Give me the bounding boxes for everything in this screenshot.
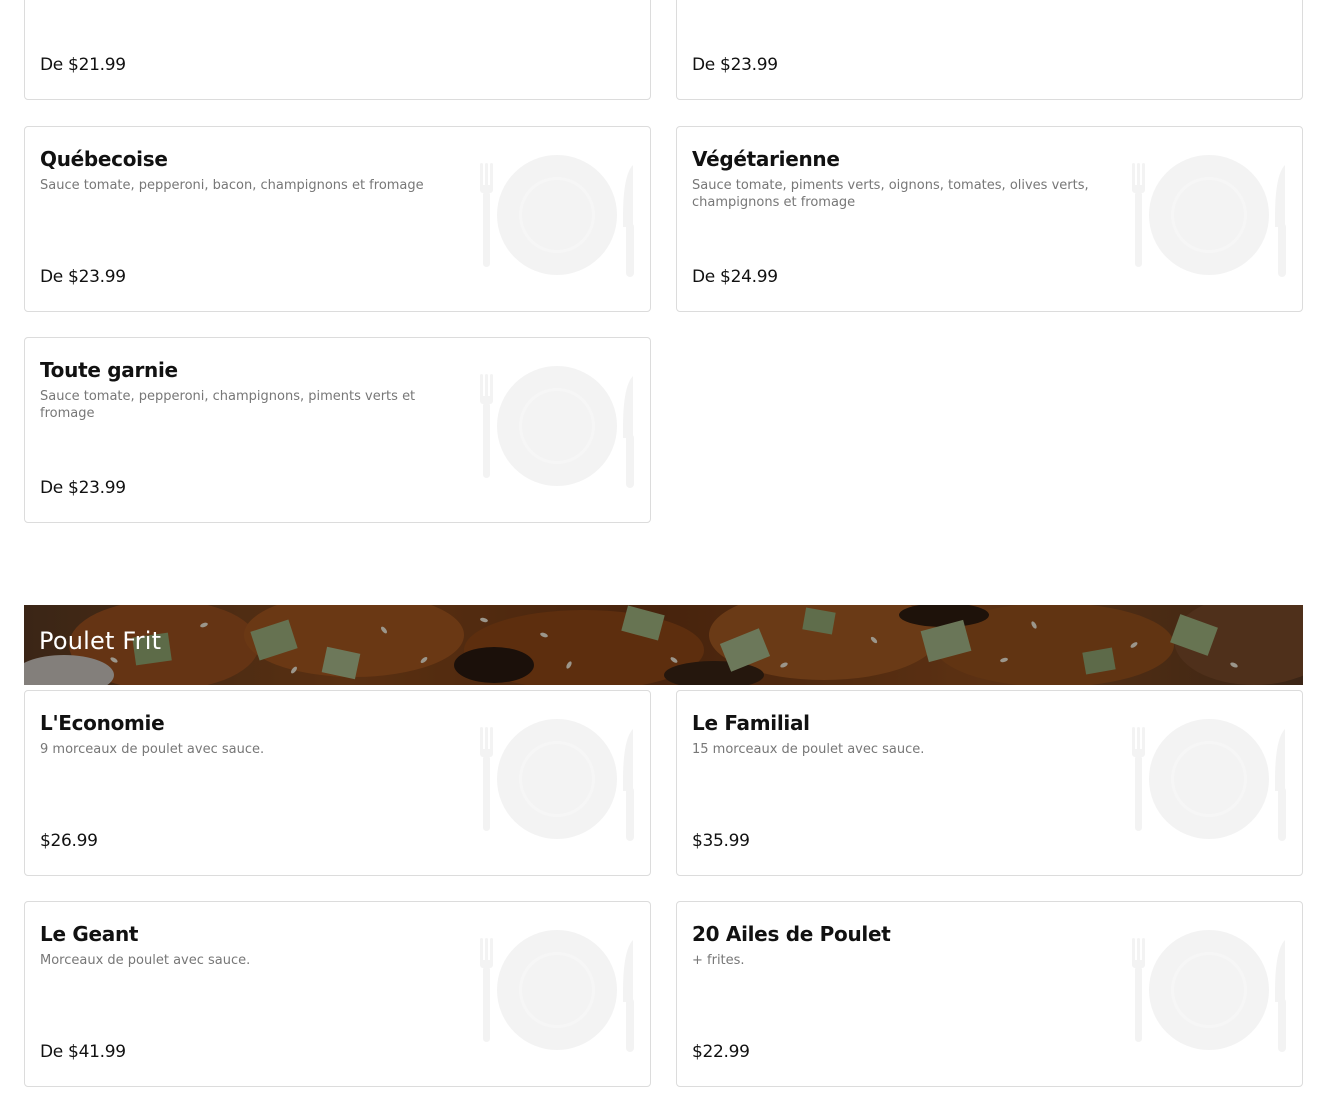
menu-item-card[interactable]: De $21.99 [24,0,651,100]
plate-placeholder-icon [1132,930,1286,1052]
menu-item-card[interactable]: De $23.99 [676,0,1303,100]
menu-item-price: De $23.99 [40,267,126,287]
menu-item-description: Sauce tomate, piments verts, oignons, to… [692,178,1089,210]
menu-item-price: $35.99 [692,831,750,851]
menu-item-description: Sauce tomate, pepperoni, bacon, champign… [40,178,424,193]
menu-item-card[interactable]: Végétarienne Sauce tomate, piments verts… [676,126,1303,312]
plate-placeholder-icon [480,366,634,488]
menu-item-card[interactable]: Le Geant Morceaux de poulet avec sauce. … [24,901,651,1087]
menu-item-card[interactable]: L'Economie 9 morceaux de poulet avec sau… [24,690,651,876]
menu-item-card[interactable]: Le Familial 15 morceaux de poulet avec s… [676,690,1303,876]
plate-placeholder-icon [480,155,634,277]
menu-item-price: De $41.99 [40,1042,126,1062]
menu-item-card[interactable]: Québecoise Sauce tomate, pepperoni, baco… [24,126,651,312]
section-title: Poulet Frit [39,627,162,655]
menu-item-price: De $24.99 [692,267,778,287]
menu-item-description: Morceaux de poulet avec sauce. [40,953,251,968]
fried-chicken-banner-image [24,605,1303,685]
menu-item-name: Québecoise [40,147,168,171]
menu-item-name: Végétarienne [692,147,840,171]
menu-item-name: Toute garnie [40,358,178,382]
menu-item-price: $26.99 [40,831,98,851]
plate-placeholder-icon [1132,155,1286,277]
plate-placeholder-icon [480,719,634,841]
plate-placeholder-icon [480,930,634,1052]
menu-page: De $21.99 De $23.99 Québecoise Sauce tom… [0,0,1330,1107]
menu-item-name: Le Geant [40,922,139,946]
menu-item-card[interactable]: Toute garnie Sauce tomate, pepperoni, ch… [24,337,651,523]
menu-item-name: L'Economie [40,711,165,735]
menu-item-description: Sauce tomate, pepperoni, champignons, pi… [40,389,416,421]
menu-item-card[interactable]: 20 Ailes de Poulet + frites. $22.99 [676,901,1303,1087]
menu-item-name: 20 Ailes de Poulet [692,922,891,946]
menu-item-price: $22.99 [692,1042,750,1062]
menu-item-description: 15 morceaux de poulet avec sauce. [692,742,925,757]
menu-item-price: De $23.99 [40,478,126,498]
menu-item-description: 9 morceaux de poulet avec sauce. [40,742,265,757]
menu-item-name: Le Familial [692,711,810,735]
menu-item-price: De $23.99 [692,55,778,75]
menu-item-description: + frites. [692,953,745,968]
section-banner-poulet-frit: Poulet Frit [24,605,1303,685]
menu-item-price: De $21.99 [40,55,126,75]
plate-placeholder-icon [1132,719,1286,841]
